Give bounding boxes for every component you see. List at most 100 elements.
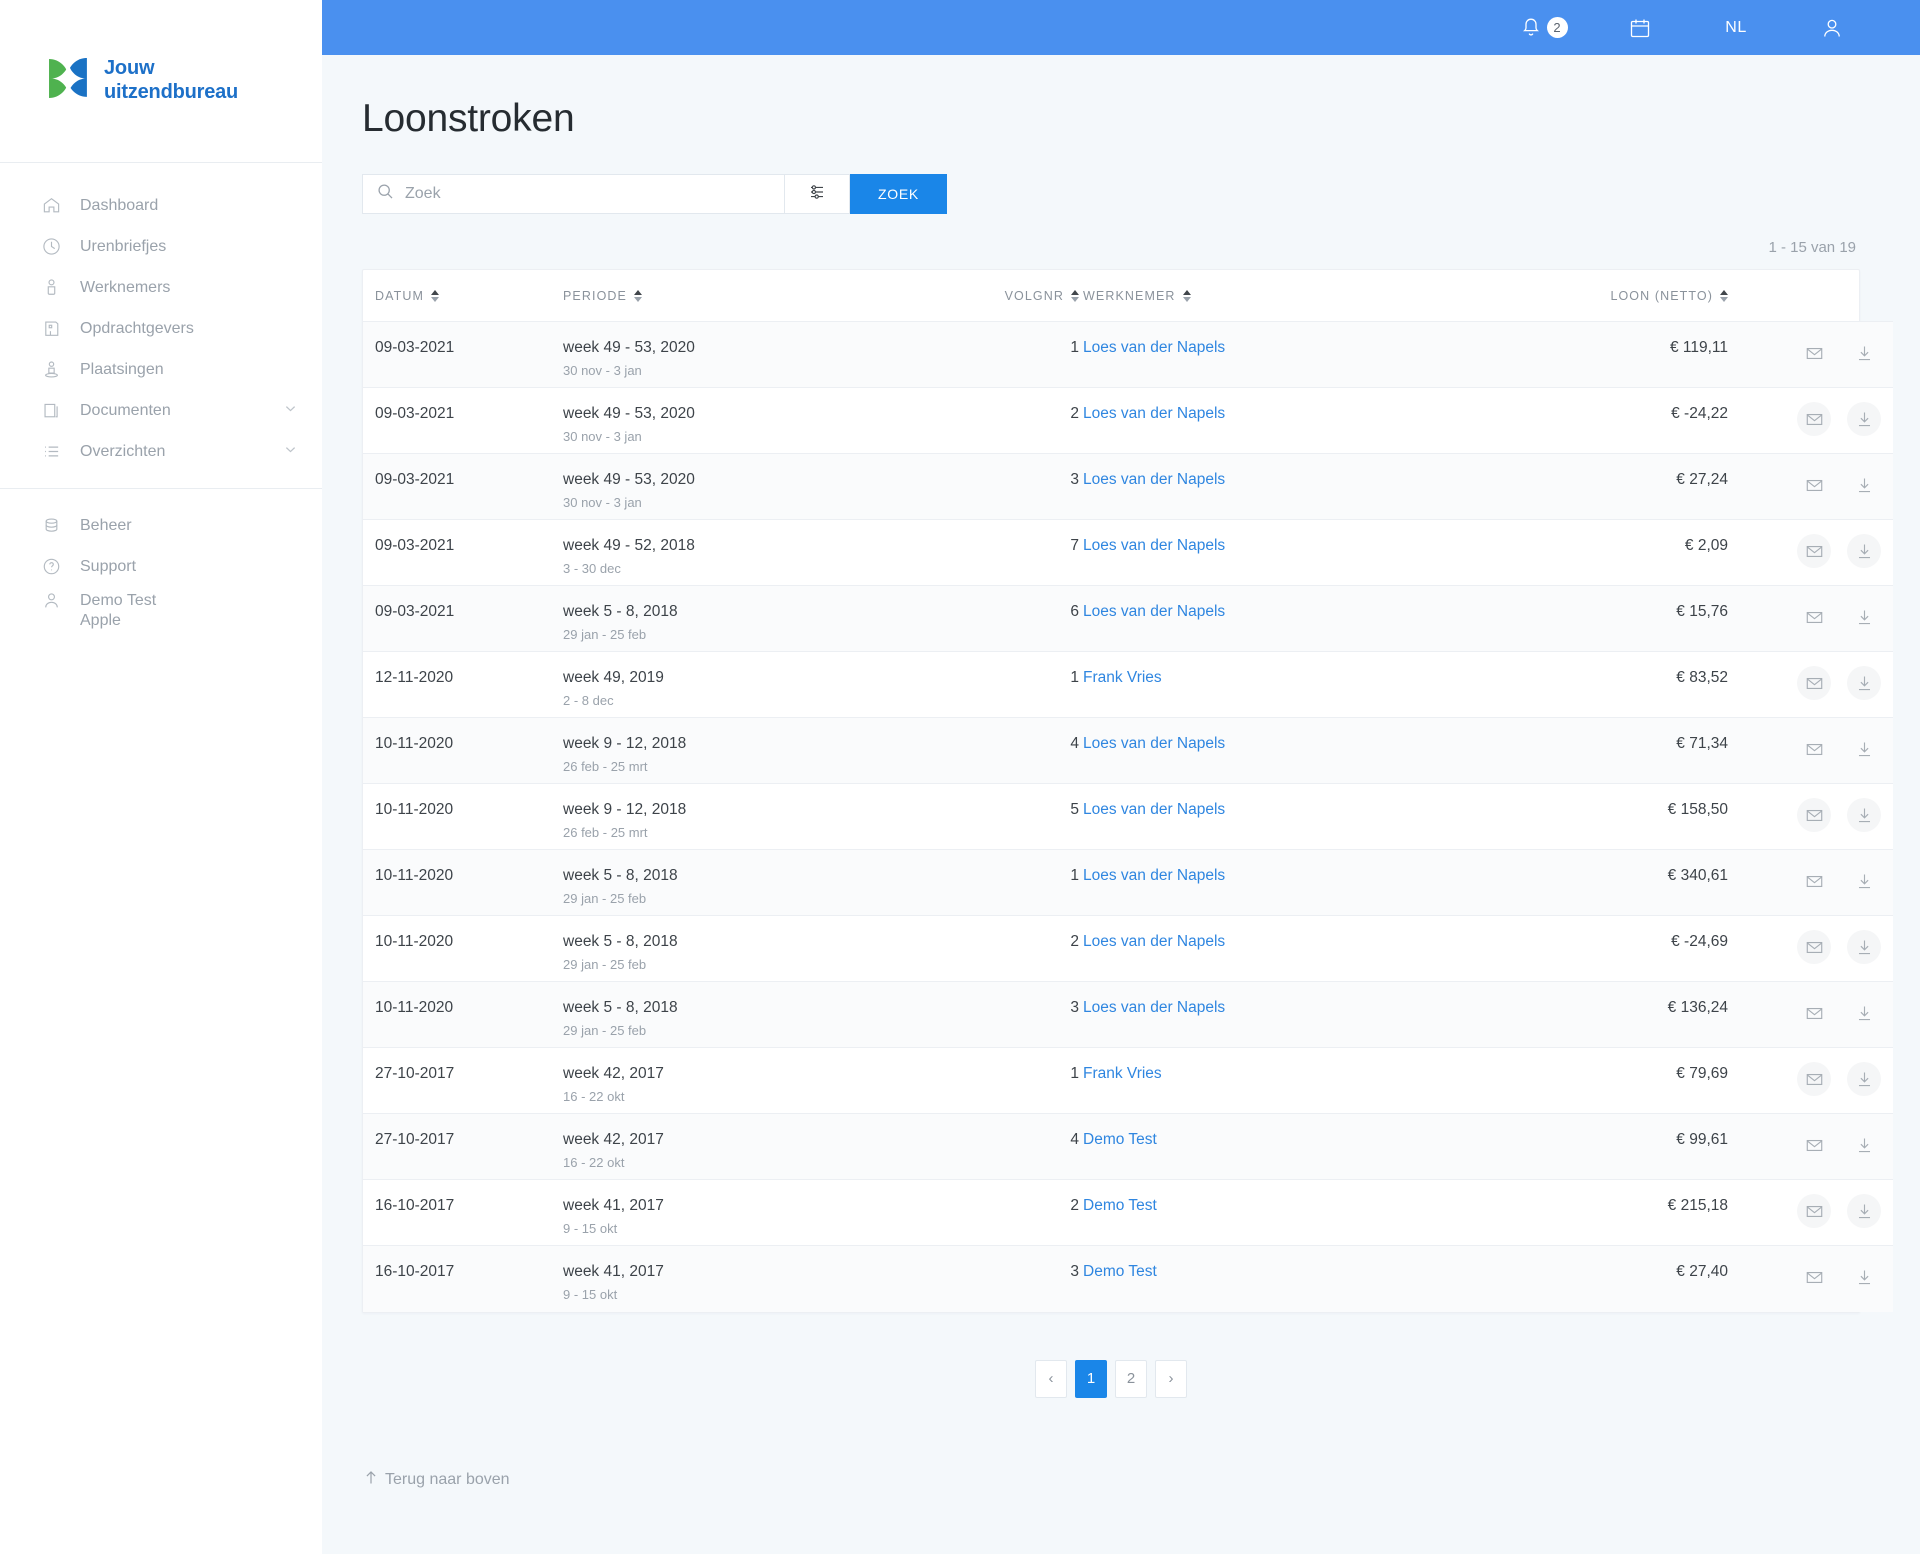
sidebar-item-support[interactable]: Support <box>0 546 322 587</box>
sort-toggle-icon[interactable] <box>1071 290 1079 302</box>
search-input[interactable] <box>405 185 770 203</box>
table-row[interactable]: 12-11-2020 week 49, 2019 2 - 8 dec 1 Frank V… <box>363 651 1893 718</box>
sidebar-item-user[interactable]: Demo Test Apple <box>0 587 322 632</box>
brand-logo[interactable]: Jouw uitzendbureau <box>0 0 322 163</box>
employee-link[interactable]: Demo Test <box>1083 1263 1157 1280</box>
email-icon[interactable] <box>1797 468 1831 502</box>
email-icon[interactable] <box>1797 864 1831 898</box>
email-icon[interactable] <box>1797 534 1831 568</box>
calendar-button[interactable] <box>1592 0 1688 55</box>
chevron-down-icon[interactable] <box>283 401 298 421</box>
cell-datum: 09-03-2021 <box>375 603 455 620</box>
download-icon[interactable] <box>1847 1062 1881 1096</box>
search-field-wrapper[interactable] <box>362 174 785 214</box>
chevron-down-icon[interactable] <box>283 442 298 462</box>
filter-button[interactable] <box>785 174 850 214</box>
download-icon[interactable] <box>1847 1194 1881 1228</box>
back-to-top-link[interactable]: Terug naar boven <box>362 1470 1860 1490</box>
column-header-werknemer[interactable]: WERKNEMER <box>1083 270 1433 322</box>
table-row[interactable]: 10-11-2020 week 9 - 12, 2018 26 feb - 25 m… <box>363 717 1893 784</box>
employee-link[interactable]: Loes van der Napels <box>1083 471 1225 488</box>
employee-link[interactable]: Loes van der Napels <box>1083 339 1225 356</box>
employee-link[interactable]: Loes van der Napels <box>1083 933 1225 950</box>
email-icon[interactable] <box>1797 1128 1831 1162</box>
sort-toggle-icon[interactable] <box>633 290 642 302</box>
column-header-datum[interactable]: DATUM <box>363 270 563 322</box>
table-row[interactable]: 10-11-2020 week 5 - 8, 2018 29 jan - 25 fe… <box>363 915 1893 982</box>
download-icon[interactable] <box>1847 468 1881 502</box>
pagination-next[interactable]: › <box>1155 1359 1187 1398</box>
employee-link[interactable]: Loes van der Napels <box>1083 603 1225 620</box>
pagination-page-1[interactable]: 1 <box>1075 1359 1107 1398</box>
column-header-volgnr[interactable]: VOLGNR <box>893 270 1083 322</box>
employee-link[interactable]: Frank Vries <box>1083 1065 1162 1082</box>
sidebar-item-beheer[interactable]: Beheer <box>0 505 322 546</box>
table-row[interactable]: 16-10-2017 week 41, 2017 9 - 15 okt 2 Demo T… <box>363 1179 1893 1246</box>
email-icon[interactable] <box>1797 402 1831 436</box>
cell-datum: 10-11-2020 <box>375 867 454 884</box>
search-submit-button[interactable]: ZOEK <box>850 174 947 214</box>
table-row[interactable]: 27-10-2017 week 42, 2017 16 - 22 okt 4 Demo … <box>363 1113 1893 1180</box>
download-icon[interactable] <box>1847 864 1881 898</box>
column-header-loon[interactable]: LOON (NETTO) <box>1433 270 1733 322</box>
table-row[interactable]: 09-03-2021 week 5 - 8, 2018 29 jan - 25 fe… <box>363 585 1893 652</box>
employee-link[interactable]: Loes van der Napels <box>1083 801 1225 818</box>
download-icon[interactable] <box>1847 930 1881 964</box>
download-icon[interactable] <box>1847 996 1881 1030</box>
notifications-button[interactable]: 2 <box>1496 0 1592 55</box>
sort-toggle-icon[interactable] <box>431 290 440 302</box>
employee-link[interactable]: Loes van der Napels <box>1083 735 1225 752</box>
email-icon[interactable] <box>1797 666 1831 700</box>
sort-toggle-icon[interactable] <box>1720 290 1728 302</box>
pagination-page-2[interactable]: 2 <box>1115 1359 1147 1398</box>
download-icon[interactable] <box>1847 666 1881 700</box>
table-row[interactable]: 09-03-2021 week 49 - 53, 2020 30 nov - 3 j… <box>363 453 1893 520</box>
sidebar-item-plaatsingen[interactable]: Plaatsingen <box>0 349 322 390</box>
sidebar-item-opdrachtgevers[interactable]: Opdrachtgevers <box>0 308 322 349</box>
pagination-prev[interactable]: ‹ <box>1035 1359 1067 1398</box>
download-icon[interactable] <box>1847 402 1881 436</box>
table-row[interactable]: 16-10-2017 week 41, 2017 9 - 15 okt 3 Demo T… <box>363 1245 1893 1312</box>
email-icon[interactable] <box>1797 1194 1831 1228</box>
sort-toggle-icon[interactable] <box>1182 290 1191 302</box>
download-icon[interactable] <box>1847 798 1881 832</box>
employee-link[interactable]: Loes van der Napels <box>1083 537 1225 554</box>
employee-link[interactable]: Frank Vries <box>1083 669 1162 686</box>
sidebar-item-urenbriefjes[interactable]: Urenbriefjes <box>0 226 322 267</box>
sidebar-item-documenten[interactable]: Documenten <box>0 390 322 431</box>
download-icon[interactable] <box>1847 336 1881 370</box>
download-icon[interactable] <box>1847 534 1881 568</box>
download-icon[interactable] <box>1847 1128 1881 1162</box>
account-button[interactable] <box>1784 0 1880 55</box>
table-row[interactable]: 10-11-2020 week 5 - 8, 2018 29 jan - 25 fe… <box>363 849 1893 916</box>
email-icon[interactable] <box>1797 600 1831 634</box>
sidebar-item-overzichten[interactable]: Overzichten <box>0 431 322 472</box>
email-icon[interactable] <box>1797 336 1831 370</box>
email-icon[interactable] <box>1797 996 1831 1030</box>
table-row[interactable]: 10-11-2020 week 5 - 8, 2018 29 jan - 25 fe… <box>363 981 1893 1048</box>
employee-link[interactable]: Loes van der Napels <box>1083 405 1225 422</box>
email-icon[interactable] <box>1797 732 1831 766</box>
cell-periode-sub: 30 nov - 3 jan <box>563 495 642 510</box>
email-icon[interactable] <box>1797 1062 1831 1096</box>
email-icon[interactable] <box>1797 798 1831 832</box>
employee-link[interactable]: Loes van der Napels <box>1083 867 1225 884</box>
table-row[interactable]: 09-03-2021 week 49 - 52, 2018 3 - 30 dec 7 L… <box>363 519 1893 586</box>
email-icon[interactable] <box>1797 1260 1831 1294</box>
sidebar-item-werknemers[interactable]: Werknemers <box>0 267 322 308</box>
table-row[interactable]: 27-10-2017 week 42, 2017 16 - 22 okt 1 Frank… <box>363 1047 1893 1114</box>
download-icon[interactable] <box>1847 732 1881 766</box>
cell-periode: week 49, 2019 2 - 8 dec <box>563 652 893 718</box>
employee-link[interactable]: Demo Test <box>1083 1197 1157 1214</box>
sidebar-item-dashboard[interactable]: Dashboard <box>0 185 322 226</box>
download-icon[interactable] <box>1847 600 1881 634</box>
email-icon[interactable] <box>1797 930 1831 964</box>
download-icon[interactable] <box>1847 1260 1881 1294</box>
employee-link[interactable]: Demo Test <box>1083 1131 1157 1148</box>
table-row[interactable]: 09-03-2021 week 49 - 53, 2020 30 nov - 3 j… <box>363 387 1893 454</box>
table-row[interactable]: 10-11-2020 week 9 - 12, 2018 26 feb - 25 m… <box>363 783 1893 850</box>
table-row[interactable]: 09-03-2021 week 49 - 53, 2020 30 nov - 3 j… <box>363 321 1893 388</box>
employee-link[interactable]: Loes van der Napels <box>1083 999 1225 1016</box>
column-header-periode[interactable]: PERIODE <box>563 270 893 322</box>
language-switcher[interactable]: NL <box>1688 0 1784 55</box>
